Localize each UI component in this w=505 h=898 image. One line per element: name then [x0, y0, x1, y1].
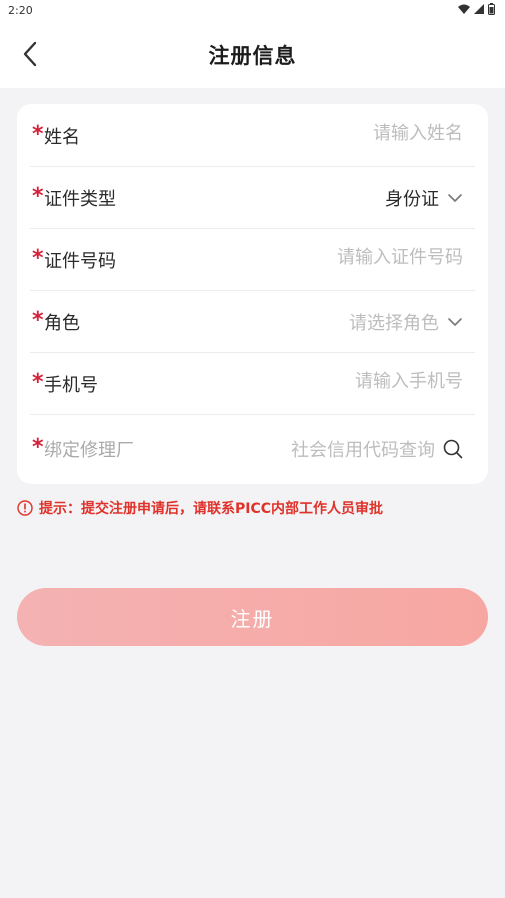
status-time: 2:20 — [8, 4, 33, 17]
name-label: 姓名 — [44, 127, 80, 148]
register-button[interactable]: 注册 — [17, 588, 488, 646]
form-row-role[interactable]: * 角色 请选择角色 — [30, 290, 475, 353]
phone-input[interactable] — [223, 371, 463, 392]
form-row-id-type[interactable]: * 证件类型 身份证 — [30, 166, 475, 229]
id-number-input[interactable] — [223, 247, 463, 268]
required-mark: * — [32, 435, 44, 460]
name-input[interactable] — [223, 123, 463, 144]
form-row-id-number[interactable]: * 证件号码 — [30, 228, 475, 291]
repair-shop-label: 绑定修理厂 — [44, 440, 134, 461]
signal-icon — [474, 4, 484, 14]
registration-form: * 姓名 * 证件类型 身份证 * 证件号码 * 角色 请选择角色 * 手机号 — [17, 104, 488, 484]
id-type-value: 身份证 — [385, 189, 439, 210]
form-row-phone[interactable]: * 手机号 — [30, 352, 475, 415]
required-mark: * — [32, 246, 44, 271]
form-row-name[interactable]: * 姓名 — [30, 104, 475, 167]
phone-label: 手机号 — [44, 375, 98, 396]
required-mark: * — [32, 308, 44, 333]
page-title: 注册信息 — [208, 44, 297, 68]
repair-shop-search[interactable]: 社会信用代码查询 — [291, 436, 463, 462]
status-bar: 2:20 — [0, 0, 505, 20]
hint-text: 提示：提交注册申请后，请联系PICC内部工作人员审批 — [39, 501, 384, 517]
required-mark: * — [32, 184, 44, 209]
required-mark: * — [32, 370, 44, 395]
chevron-down-icon — [448, 194, 462, 202]
role-select[interactable]: 请选择角色 — [349, 309, 463, 335]
id-number-value — [223, 247, 463, 268]
name-value — [223, 123, 463, 144]
required-mark: * — [32, 122, 44, 147]
status-icons — [458, 3, 495, 15]
header: 注册信息 — [0, 20, 505, 88]
role-placeholder: 请选择角色 — [349, 313, 439, 334]
id-number-label: 证件号码 — [44, 251, 116, 272]
battery-icon — [488, 3, 495, 15]
role-label: 角色 — [44, 313, 80, 334]
id-type-label: 证件类型 — [44, 189, 116, 210]
repair-shop-placeholder: 社会信用代码查询 — [291, 440, 435, 461]
id-type-select[interactable]: 身份证 — [385, 185, 463, 211]
alert-circle-icon — [17, 500, 33, 516]
form-row-repair-shop[interactable]: * 绑定修理厂 社会信用代码查询 — [30, 417, 475, 479]
hint-message: 提示：提交注册申请后，请联系PICC内部工作人员审批 — [17, 498, 383, 518]
chevron-down-icon — [448, 318, 462, 326]
phone-value — [223, 371, 463, 392]
wifi-icon — [458, 4, 470, 14]
search-icon[interactable] — [443, 439, 463, 459]
